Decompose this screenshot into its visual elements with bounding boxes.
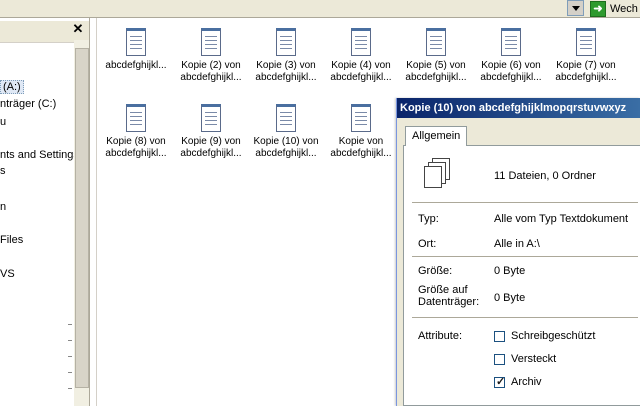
address-bar: ➜ Wech	[0, 0, 640, 18]
hidden-checkbox-row[interactable]: Versteckt	[494, 353, 556, 365]
text-file-icon	[126, 28, 146, 56]
file-item[interactable]: Kopie von abcdefghijkl...	[324, 104, 398, 160]
text-file-icon	[201, 28, 221, 56]
text-file-icon	[426, 28, 446, 56]
archive-label: Archiv	[511, 376, 542, 388]
text-file-icon	[351, 28, 371, 56]
tab-general[interactable]: Allgemein	[405, 126, 468, 146]
text-file-icon	[501, 28, 521, 56]
tree-connector	[68, 324, 72, 325]
file-item[interactable]: Kopie (8) von abcdefghijkl...	[99, 104, 173, 160]
folder-pane: ✕ (A:) nträger (C:) u nts and Settings s…	[0, 18, 90, 406]
multiple-documents-icon	[424, 158, 452, 188]
properties-dialog: Kopie (10) von abcdefghijklmopqrstuvwxyz…	[396, 98, 640, 406]
folder-pane-scrollbar[interactable]	[74, 40, 89, 406]
size-on-disk-label: Größe auf Datenträger:	[418, 284, 480, 308]
tree-item-windows[interactable]: VS	[0, 268, 15, 280]
tab-panel-general: 11 Dateien, 0 Ordner Typ: Alle vom Typ T…	[403, 145, 640, 406]
archive-checkbox-row[interactable]: Archiv	[494, 375, 542, 388]
divider	[412, 256, 638, 257]
attributes-label: Attribute:	[418, 330, 463, 342]
go-button[interactable]: ➜ Wech	[590, 0, 640, 17]
close-icon[interactable]: ✕	[72, 22, 84, 35]
size-value: 0 Byte	[494, 265, 526, 277]
file-item[interactable]: Kopie (5) von abcdefghijkl...	[399, 28, 473, 84]
readonly-checkbox-row[interactable]: Schreibgeschützt	[494, 330, 595, 342]
divider	[412, 317, 638, 318]
file-item[interactable]: Kopie (10) von abcdefghijkl...	[249, 104, 323, 160]
file-item[interactable]: Kopie (4) von abcdefghijkl...	[324, 28, 398, 84]
size-label: Größe:	[418, 265, 453, 277]
location-value: Alle in A:\	[494, 238, 540, 250]
readonly-checkbox[interactable]	[494, 330, 505, 342]
scrollbar-thumb[interactable]	[75, 48, 89, 388]
file-item[interactable]: Kopie (7) von abcdefghijkl...	[549, 28, 623, 84]
readonly-label: Schreibgeschützt	[511, 330, 596, 342]
text-file-icon	[201, 104, 221, 132]
tree-item[interactable]: n	[0, 201, 6, 213]
file-item[interactable]: Kopie (3) von abcdefghijkl...	[249, 28, 323, 84]
tree-item-drive-a[interactable]: (A:)	[0, 80, 24, 94]
tree-item[interactable]: s	[0, 165, 6, 177]
tree-connector	[68, 372, 72, 373]
tree-connector	[68, 388, 72, 389]
tree-connector	[68, 356, 72, 357]
size-on-disk-value: 0 Byte	[494, 292, 526, 304]
hidden-checkbox[interactable]	[494, 353, 505, 365]
tree-item-documents-and-settings[interactable]: nts and Settings	[0, 149, 79, 161]
file-count-summary: 11 Dateien, 0 Ordner	[494, 170, 596, 182]
type-label: Typ:	[418, 213, 439, 225]
type-value: Alle vom Typ Textdokument	[494, 213, 629, 225]
text-file-icon	[351, 104, 371, 132]
location-label: Ort:	[418, 238, 437, 250]
archive-checkbox[interactable]	[494, 375, 505, 388]
address-dropdown-button[interactable]	[567, 0, 584, 16]
text-file-icon	[576, 28, 596, 56]
tree-connector	[68, 340, 72, 341]
dialog-title-bar[interactable]: Kopie (10) von abcdefghijklmopqrstuvwxyz	[397, 98, 640, 118]
tree-item[interactable]: u	[0, 116, 6, 128]
divider	[412, 202, 638, 203]
file-item[interactable]: Kopie (9) von abcdefghijkl...	[174, 104, 248, 160]
text-file-icon	[276, 28, 296, 56]
chevron-down-icon	[572, 6, 580, 11]
file-item[interactable]: abcdefghijkl...	[99, 28, 173, 72]
file-item[interactable]: Kopie (2) von abcdefghijkl...	[174, 28, 248, 84]
tree-item-program-files[interactable]: Files	[0, 234, 23, 246]
go-label: Wech	[610, 2, 638, 15]
hidden-label: Versteckt	[511, 353, 557, 365]
tree-item-drive-c[interactable]: nträger (C:)	[0, 98, 56, 110]
text-file-icon	[276, 104, 296, 132]
go-arrow-icon: ➜	[590, 0, 606, 17]
file-item[interactable]: Kopie (6) von abcdefghijkl...	[474, 28, 548, 84]
text-file-icon	[126, 104, 146, 132]
